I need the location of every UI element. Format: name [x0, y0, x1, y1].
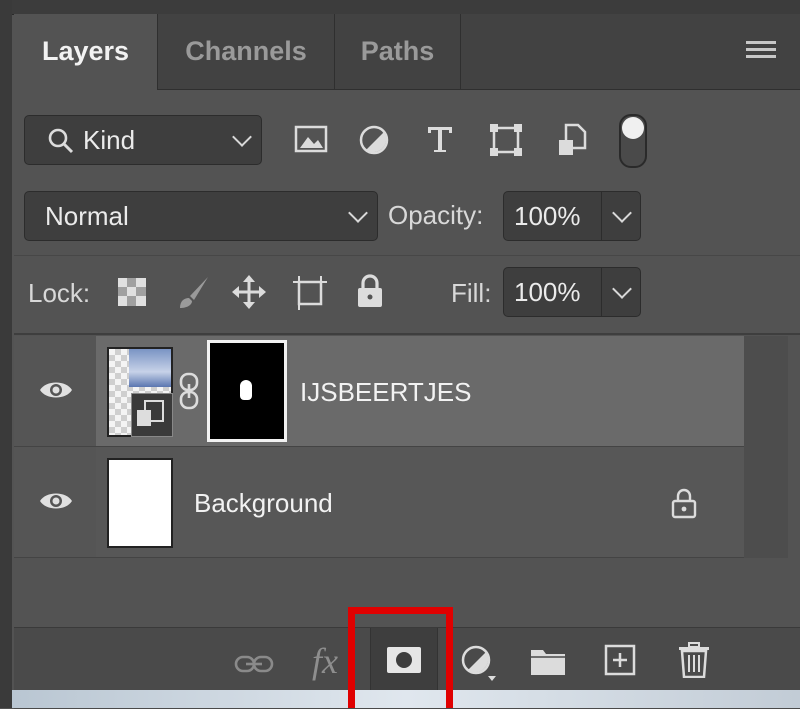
tab-paths[interactable]: Paths [335, 14, 460, 89]
folder-icon[interactable] [530, 646, 566, 676]
opacity-value[interactable]: 100% [514, 201, 581, 232]
filter-toggle-icon[interactable] [619, 114, 647, 168]
layer-visibility-cell[interactable] [14, 336, 96, 446]
panel-menu-icon[interactable] [746, 41, 776, 63]
tab-layers[interactable]: Layers [14, 14, 157, 90]
kind-filter-label: Kind [83, 125, 136, 155]
layers-scrollbar[interactable] [744, 336, 788, 558]
smart-object-filter-icon[interactable] [556, 122, 588, 158]
adjustment-filter-icon[interactable] [358, 124, 390, 156]
type-filter-icon[interactable] [424, 123, 456, 155]
layer-visibility-cell[interactable] [14, 447, 96, 557]
link-layers-icon[interactable] [234, 652, 274, 676]
lock-image-pixels-icon[interactable] [176, 274, 212, 310]
layer-row-ijsbeertjes[interactable]: IJSBEERTJES [96, 336, 744, 446]
highlight-box [348, 607, 453, 708]
blend-mode-select[interactable]: Normal [24, 191, 378, 241]
lock-transparent-pixels-icon[interactable] [117, 277, 147, 307]
panel-left-edge [0, 0, 12, 708]
background-thumbnail[interactable] [107, 458, 173, 548]
smart-object-thumbnail[interactable] [107, 347, 173, 437]
opacity-label: Opacity: [388, 200, 484, 230]
search-icon [48, 128, 74, 154]
image-filter-icon[interactable] [294, 124, 328, 154]
new-layer-icon[interactable] [604, 644, 636, 676]
tab-separator [460, 14, 461, 89]
kind-filter-select[interactable]: Kind [24, 115, 262, 165]
fill-dropdown-icon[interactable] [612, 279, 632, 299]
fill-field[interactable]: 100% [503, 267, 641, 317]
layer-name[interactable]: Background [194, 488, 333, 519]
layer-style-fx-button[interactable]: fx [312, 640, 338, 682]
opacity-field[interactable]: 100% [503, 191, 641, 241]
blend-mode-value: Normal [45, 201, 129, 231]
trash-icon[interactable] [678, 642, 710, 678]
layer-name[interactable]: IJSBEERTJES [300, 377, 471, 408]
layer-divider [14, 557, 744, 558]
lock-artboard-icon[interactable] [291, 273, 329, 311]
layer-mask-thumbnail[interactable] [207, 340, 287, 442]
lock-position-icon[interactable] [231, 274, 267, 310]
fill-value[interactable]: 100% [514, 277, 581, 308]
layers-panel: Layers Channels Paths Kind Normal Opacit… [0, 0, 800, 709]
shape-filter-icon[interactable] [488, 122, 524, 158]
tab-channels[interactable]: Channels [158, 14, 334, 89]
chevron-down-icon [348, 203, 368, 223]
lock-label: Lock: [28, 278, 91, 308]
lock-all-icon[interactable] [355, 273, 385, 309]
panel-tabs: Layers Channels Paths [14, 14, 800, 90]
fill-label: Fill: [451, 278, 492, 308]
layer-lock-icon[interactable] [670, 487, 698, 519]
panel-top-bar [0, 0, 800, 15]
smart-object-badge-icon [131, 393, 173, 437]
eye-icon[interactable] [38, 378, 74, 402]
adjustment-layer-icon[interactable] [460, 644, 496, 684]
eye-icon[interactable] [38, 489, 74, 513]
chevron-down-icon [232, 127, 252, 147]
mask-link-icon[interactable] [178, 372, 200, 410]
layer-row-background[interactable]: Background [96, 447, 744, 557]
opacity-dropdown-icon[interactable] [612, 203, 632, 223]
